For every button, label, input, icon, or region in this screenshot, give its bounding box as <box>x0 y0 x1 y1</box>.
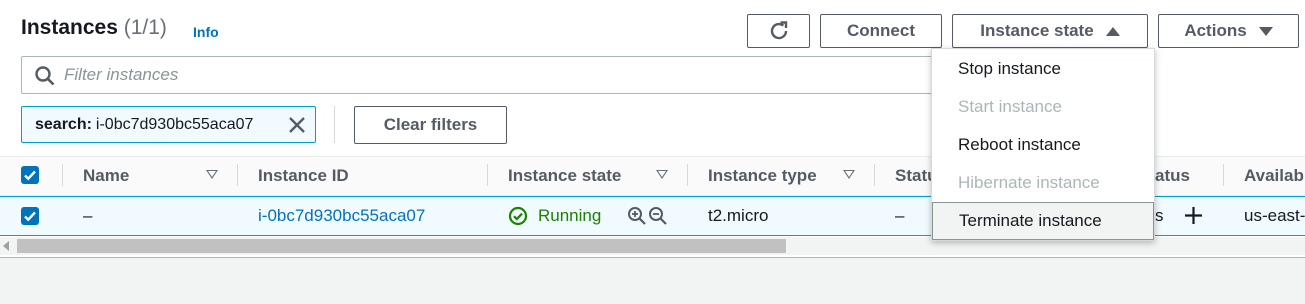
check-circle-icon <box>508 206 528 226</box>
add-alarm-plus-icon[interactable] <box>1183 205 1204 226</box>
search-icon <box>35 66 55 86</box>
instance-state-menu: Stop instance Start instance Reboot inst… <box>931 48 1155 241</box>
column-header-instance-state[interactable]: Instance state <box>508 166 621 186</box>
cell-instance-type: t2.micro <box>708 206 769 225</box>
column-divider <box>62 164 63 186</box>
row-checkbox[interactable] <box>21 207 39 225</box>
instance-state-button-label: Instance state <box>980 21 1094 40</box>
sort-down-icon[interactable] <box>843 170 855 179</box>
select-all-checkbox[interactable] <box>21 166 39 184</box>
menu-item-reboot-instance[interactable]: Reboot instance <box>932 126 1154 164</box>
clear-filters-button[interactable]: Clear filters <box>354 106 507 144</box>
column-divider <box>237 164 238 186</box>
actions-button-label: Actions <box>1184 21 1247 40</box>
actions-button[interactable]: Actions <box>1158 14 1299 48</box>
cell-availability-zone: us-east- <box>1244 206 1305 225</box>
zoom-out-icon[interactable] <box>648 206 668 226</box>
instance-state-running: Running <box>538 206 602 225</box>
instance-count: (1/1) <box>123 16 167 39</box>
instance-id-link[interactable]: i-0bc7d930bc55aca07 <box>258 206 425 226</box>
cell-alarm-status: s <box>1155 206 1164 225</box>
checkmark-icon <box>24 170 36 181</box>
menu-item-start-instance: Start instance <box>958 97 1062 116</box>
column-header-name[interactable]: Name <box>83 166 129 186</box>
caret-down-icon <box>1258 26 1273 36</box>
sort-down-icon[interactable] <box>206 170 218 179</box>
close-icon[interactable] <box>287 115 307 135</box>
column-divider <box>874 164 875 186</box>
filter-search-box <box>21 56 941 94</box>
filter-token: search: i-0bc7d930bc55aca07 <box>21 106 316 143</box>
column-header-availability-zone[interactable]: Availab <box>1244 166 1304 186</box>
column-divider <box>1223 164 1224 186</box>
instance-state-button[interactable]: Instance state <box>952 14 1148 48</box>
refresh-button[interactable] <box>747 14 810 48</box>
cell-name: – <box>83 206 93 225</box>
menu-item-stop-instance[interactable]: Stop instance <box>932 50 1154 88</box>
zoom-in-icon[interactable] <box>627 206 647 226</box>
column-header-alarm-status[interactable]: atus <box>1155 166 1190 186</box>
menu-item-hibernate-instance: Hibernate instance <box>958 173 1100 192</box>
instances-panel: Instances (1/1) Info Connect Instance st… <box>0 0 1305 258</box>
caret-up-icon <box>1105 26 1120 36</box>
column-header-instance-type[interactable]: Instance type <box>708 166 817 186</box>
page-title: Instances (1/1) <box>21 16 167 40</box>
scrollbar-thumb[interactable] <box>17 239 786 253</box>
info-link[interactable]: Info <box>193 24 219 40</box>
cell-status-check: – <box>895 206 905 225</box>
column-divider <box>487 164 488 186</box>
scroll-left-arrow-icon[interactable] <box>3 241 9 251</box>
toolbar-divider <box>334 106 335 143</box>
refresh-icon <box>770 21 787 40</box>
checkmark-icon <box>24 211 36 222</box>
sort-down-icon[interactable] <box>656 170 668 179</box>
page-title-label: Instances <box>21 16 118 39</box>
column-header-instance-id[interactable]: Instance ID <box>258 166 349 186</box>
filter-token-value: i-0bc7d930bc55aca07 <box>95 115 254 133</box>
connect-button[interactable]: Connect <box>820 14 942 48</box>
filter-instances-input[interactable] <box>64 61 924 89</box>
column-divider <box>687 164 688 186</box>
filter-token-key: search: <box>35 115 92 133</box>
menu-item-terminate-instance[interactable]: Terminate instance <box>932 202 1154 240</box>
